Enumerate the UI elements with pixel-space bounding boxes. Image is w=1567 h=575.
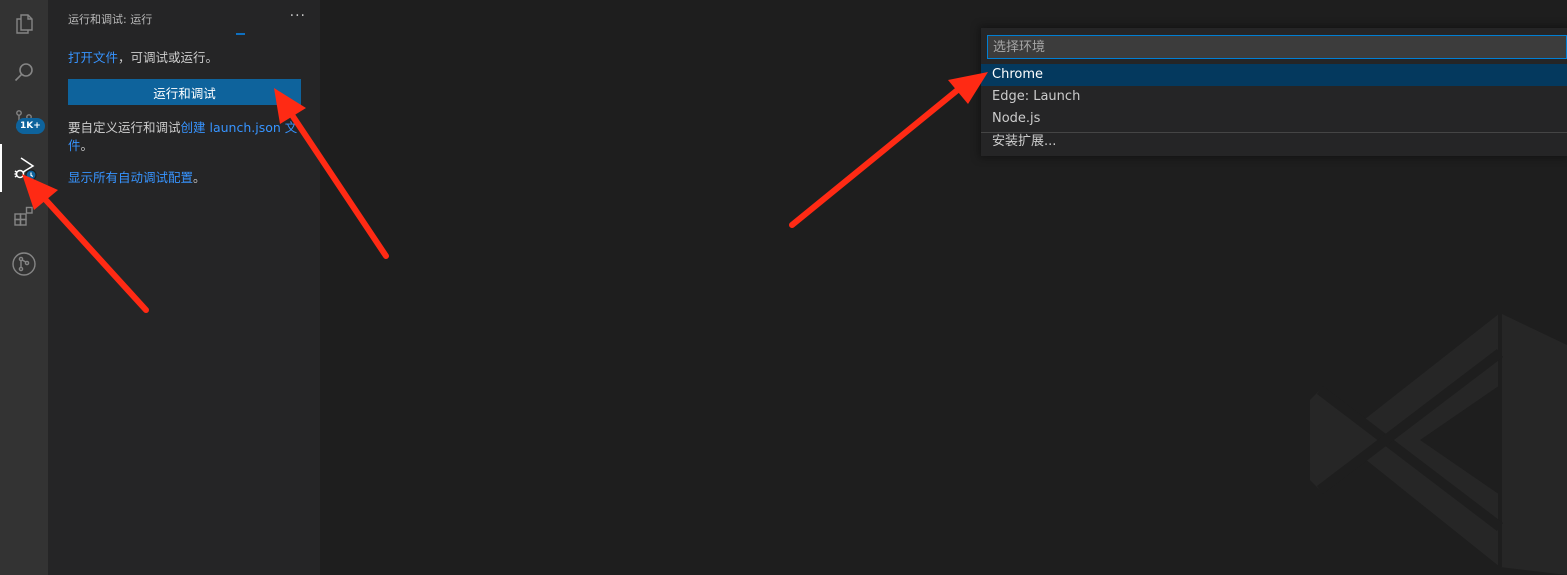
run-debug-sidebar: 运行和调试: 运行 ··· 打开文件，可调试或运行。 运行和调试 要自定义运行和… (48, 0, 320, 575)
git-graph-icon (12, 252, 36, 276)
quick-pick-item-edge[interactable]: Edge: Launch (981, 86, 1567, 108)
run-debug-icon (14, 157, 37, 181)
customize-paragraph: 要自定义运行和调试创建 launch.json 文件。 (68, 119, 308, 155)
customize-suffix: 。 (80, 138, 94, 153)
git-graph-button[interactable] (0, 240, 48, 288)
open-file-link[interactable]: 打开文件 (68, 50, 118, 65)
show-all-configs-link[interactable]: 显示所有自动调试配置 (68, 170, 193, 185)
environment-select-input[interactable] (987, 35, 1567, 59)
install-extensions-item[interactable]: 安装扩展... (981, 131, 1567, 153)
quick-pick-panel: Chrome Edge: Launch Node.js 安装扩展... (981, 28, 1567, 156)
open-file-suffix: ，可调试或运行。 (118, 50, 219, 65)
show-configs-suffix: 。 (193, 170, 206, 185)
create-launch-json-link[interactable]: 创建 launch.json 文 (181, 120, 298, 135)
activity-bar: 1K+ (0, 0, 48, 575)
sidebar-title: 运行和调试: 运行 (68, 13, 153, 26)
quick-pick-item-chrome[interactable]: Chrome (981, 64, 1567, 86)
customize-prefix: 要自定义运行和调试 (68, 120, 181, 135)
run-debug-button[interactable] (0, 144, 48, 192)
extensions-button[interactable] (0, 192, 48, 240)
extensions-icon (14, 206, 33, 226)
source-control-badge: 1K+ (16, 118, 45, 134)
progress-indicator (236, 33, 245, 35)
explorer-button[interactable] (0, 0, 48, 48)
more-actions-icon[interactable]: ··· (290, 8, 306, 24)
open-file-paragraph: 打开文件，可调试或运行。 (68, 49, 218, 67)
files-icon (16, 14, 33, 34)
search-icon (14, 63, 33, 82)
show-configs-paragraph: 显示所有自动调试配置。 (68, 169, 206, 187)
run-and-debug-button[interactable]: 运行和调试 (68, 79, 301, 105)
vscode-logo-watermark (1310, 313, 1567, 575)
create-launch-json-link-continued[interactable]: 件 (68, 138, 81, 153)
quick-pick-item-node[interactable]: Node.js (981, 108, 1567, 130)
search-button[interactable] (0, 48, 48, 96)
